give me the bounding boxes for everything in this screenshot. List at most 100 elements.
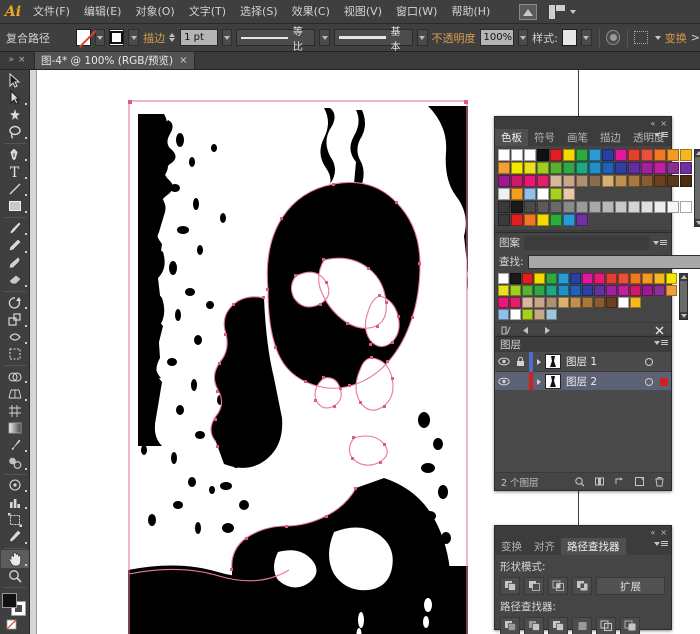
pattern-cell[interactable] (618, 297, 629, 308)
layer-row[interactable]: 图层 2 (495, 371, 671, 392)
layers-panel[interactable]: 图层 图层 1 图层 2 2 个图层 (494, 336, 672, 491)
menu-edit[interactable]: 编辑(E) (77, 0, 129, 24)
pattern-cell[interactable] (522, 273, 533, 284)
swatch-cell[interactable] (667, 149, 679, 161)
swatch-cell[interactable] (511, 201, 523, 213)
swatch-cell[interactable] (537, 201, 549, 213)
create-new-layer-icon[interactable] (634, 476, 645, 487)
pattern-cell[interactable] (618, 273, 629, 284)
pattern-cell[interactable] (606, 273, 617, 284)
pattern-cell[interactable] (630, 285, 641, 296)
align-grid-icon[interactable] (634, 31, 648, 44)
shape-builder-tool[interactable] (1, 368, 29, 385)
crop-icon[interactable] (572, 617, 592, 634)
swatch-cell[interactable] (563, 201, 575, 213)
fill-dropdown-arrow[interactable] (94, 29, 106, 46)
swatch-cell[interactable] (524, 149, 536, 161)
pattern-cell[interactable] (498, 297, 509, 308)
close-panel-icon[interactable]: × (660, 119, 667, 128)
pattern-cell[interactable] (654, 285, 665, 296)
swatch-cell[interactable] (602, 175, 614, 187)
swatch-cell[interactable] (589, 201, 601, 213)
expand-button[interactable]: 扩展 (596, 577, 665, 595)
swatch-cell[interactable] (563, 149, 575, 161)
layer-expand-arrow[interactable] (533, 378, 545, 386)
swatch-cell[interactable] (563, 175, 575, 187)
pattern-cell[interactable] (534, 273, 545, 284)
brush-definition-dropdown-arrow[interactable] (416, 29, 428, 46)
swatch-cell[interactable] (524, 214, 536, 226)
swatch-cell[interactable] (563, 188, 575, 200)
pathfinder-panel[interactable]: « × 变换 对齐 路径查找器 形状模式: 扩展 路径查找器: (494, 525, 672, 634)
rectangle-tool[interactable] (1, 198, 29, 215)
column-graph-tool[interactable] (1, 494, 29, 511)
pattern-cell[interactable] (534, 297, 545, 308)
merge-icon[interactable] (548, 617, 568, 634)
locate-object-icon[interactable] (574, 476, 585, 487)
menu-effect[interactable]: 效果(C) (285, 0, 337, 24)
chevron-down-icon[interactable] (570, 9, 577, 14)
swatch-cell[interactable] (641, 162, 653, 174)
swatch-cell[interactable] (576, 214, 588, 226)
opacity-input[interactable]: 100% (479, 29, 514, 46)
pattern-cell[interactable] (510, 285, 521, 296)
swatch-cell[interactable] (550, 188, 562, 200)
swatch-cell[interactable] (537, 175, 549, 187)
swatch-cell[interactable] (537, 188, 549, 200)
pattern-panel-menu-icon[interactable] (653, 240, 667, 245)
swatch-cell[interactable] (602, 162, 614, 174)
menu-select[interactable]: 选择(S) (233, 0, 285, 24)
swatch-cell[interactable] (680, 175, 692, 187)
pattern-cell[interactable] (546, 309, 557, 320)
selection-tool[interactable] (1, 72, 29, 89)
pattern-cell[interactable] (594, 297, 605, 308)
swatches-panel[interactable]: « × 色板 符号 画笔 描边 透明度 (494, 116, 700, 248)
bridge-icon[interactable] (519, 3, 538, 20)
pathfinder-panel-menu-icon[interactable] (654, 541, 668, 546)
scale-tool[interactable] (1, 311, 29, 328)
outline-icon[interactable] (596, 617, 616, 634)
swatch-cell[interactable] (615, 201, 627, 213)
slice-tool[interactable] (1, 528, 29, 545)
swatch-grid[interactable] (498, 149, 692, 227)
symbol-sprayer-tool[interactable] (1, 476, 29, 493)
collapse-icon[interactable]: » (8, 55, 14, 65)
type-tool[interactable]: T (1, 163, 29, 180)
unite-icon[interactable] (500, 577, 520, 595)
pattern-cell[interactable] (642, 273, 653, 284)
eyedropper-tool[interactable] (1, 437, 29, 454)
break-link-icon[interactable] (654, 325, 665, 336)
swatch-cell[interactable] (524, 175, 536, 187)
rotate-tool[interactable] (1, 294, 29, 311)
pen-tool[interactable] (1, 146, 29, 163)
swatch-cell[interactable] (602, 201, 614, 213)
stroke-color-swatch[interactable] (109, 29, 125, 46)
swatch-cell[interactable] (576, 201, 588, 213)
pattern-cell[interactable] (546, 285, 557, 296)
swatch-cell[interactable] (550, 175, 562, 187)
opacity-mask-icon[interactable] (606, 30, 620, 45)
swatch-cell[interactable] (628, 175, 640, 187)
width-tool[interactable] (1, 329, 29, 346)
pattern-cell[interactable] (582, 297, 593, 308)
tab-pathfinder[interactable]: 路径查找器 (561, 538, 626, 555)
swatch-cell[interactable] (654, 162, 666, 174)
free-transform-tool[interactable] (1, 346, 29, 363)
swatch-cell[interactable] (654, 149, 666, 161)
stroke-weight-dropdown-arrow[interactable] (221, 29, 233, 46)
pattern-cell[interactable] (498, 273, 509, 284)
layer-name[interactable]: 图层 1 (566, 354, 641, 369)
pattern-cell[interactable] (606, 297, 617, 308)
pattern-cell[interactable] (654, 273, 665, 284)
layer-visibility-icon[interactable] (495, 357, 512, 366)
pattern-cell[interactable] (510, 273, 521, 284)
swatch-cell[interactable] (589, 149, 601, 161)
swatch-cell[interactable] (498, 175, 510, 187)
swatch-cell[interactable] (667, 162, 679, 174)
menu-object[interactable]: 对象(O) (128, 0, 181, 24)
swatch-cell[interactable] (563, 162, 575, 174)
minus-back-icon[interactable] (620, 617, 640, 634)
make-clipping-mask-icon[interactable] (594, 476, 605, 487)
delete-selection-icon[interactable] (654, 476, 665, 487)
pattern-grid[interactable] (498, 273, 677, 320)
